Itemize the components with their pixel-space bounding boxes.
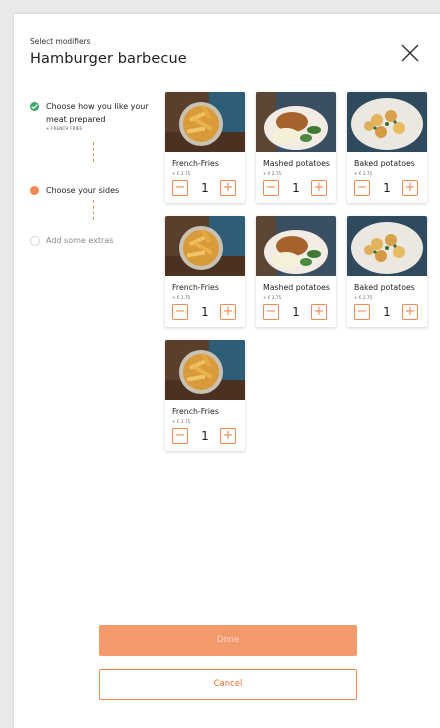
quantity-value: 1	[383, 181, 391, 195]
page-title: Hamburger barbecue	[30, 51, 187, 67]
quantity-value: 1	[292, 305, 300, 319]
item-card[interactable]: Mashed potatoes + € 2.75 − 1 +	[256, 92, 336, 203]
decrement-button[interactable]: −	[172, 180, 188, 196]
item-name: Mashed potatoes	[263, 283, 330, 292]
close-button[interactable]	[400, 43, 420, 63]
decrement-button[interactable]: −	[354, 304, 370, 320]
step-extras[interactable]: Add some extras	[30, 234, 160, 254]
item-name: Mashed potatoes	[263, 159, 330, 168]
increment-button[interactable]: +	[311, 180, 327, 196]
done-button[interactable]: Done	[99, 625, 357, 656]
quantity-stepper: − 1 +	[172, 304, 238, 320]
quantity-stepper: − 1 +	[172, 180, 238, 196]
increment-button[interactable]: +	[402, 304, 418, 320]
fries-icon	[165, 92, 245, 152]
item-card[interactable]: French-Fries + € 2.75 − 1 +	[165, 216, 245, 327]
item-price: + € 2.75	[354, 295, 373, 300]
item-card[interactable]: Baked potatoes + € 2.75 − 1 +	[347, 92, 427, 203]
quantity-value: 1	[201, 305, 209, 319]
quantity-stepper: − 1 +	[263, 180, 329, 196]
step-pending-indicator	[30, 236, 40, 246]
fries-icon	[165, 216, 245, 276]
item-name: French-Fries	[172, 283, 219, 292]
baked-potatoes-icon	[347, 92, 427, 152]
item-card[interactable]: French-Fries + € 2.75 − 1 +	[165, 340, 245, 451]
step-connector	[93, 200, 94, 220]
increment-button[interactable]: +	[220, 428, 236, 444]
cancel-button[interactable]: Cancel	[99, 669, 357, 700]
step-sides[interactable]: Choose your sides	[30, 184, 160, 204]
close-icon	[401, 44, 419, 62]
item-card[interactable]: Baked potatoes + € 2.75 − 1 +	[347, 216, 427, 327]
item-price: + € 2.75	[172, 295, 191, 300]
decrement-button[interactable]: −	[263, 180, 279, 196]
quantity-value: 1	[292, 181, 300, 195]
step-active-indicator	[30, 186, 39, 195]
increment-button[interactable]: +	[220, 180, 236, 196]
decrement-button[interactable]: −	[354, 180, 370, 196]
quantity-value: 1	[201, 429, 209, 443]
step-connector	[93, 142, 94, 162]
step-label: Choose your sides	[46, 186, 120, 195]
item-price: + € 2.75	[354, 171, 373, 176]
item-price: + € 2.75	[263, 171, 282, 176]
mashed-potatoes-icon	[256, 216, 336, 276]
item-name: Baked potatoes	[354, 159, 415, 168]
quantity-stepper: − 1 +	[354, 180, 420, 196]
progress-steps: Choose how you like your meat prepared +…	[30, 100, 160, 246]
step-done-indicator	[30, 102, 39, 111]
step-label: Add some extras	[46, 236, 114, 245]
fries-icon	[165, 340, 245, 400]
decrement-button[interactable]: −	[263, 304, 279, 320]
item-price: + € 2.75	[172, 419, 191, 424]
increment-button[interactable]: +	[402, 180, 418, 196]
decrement-button[interactable]: −	[172, 304, 188, 320]
quantity-stepper: − 1 +	[354, 304, 420, 320]
modifier-panel: Select modifiers Hamburger barbecue Choo…	[14, 14, 440, 728]
increment-button[interactable]: +	[311, 304, 327, 320]
mashed-potatoes-icon	[256, 92, 336, 152]
check-icon	[31, 104, 38, 109]
quantity-stepper: − 1 +	[263, 304, 329, 320]
quantity-stepper: − 1 +	[172, 428, 238, 444]
item-card[interactable]: French-Fries + € 2.75 − 1 +	[165, 92, 245, 203]
step-selection-note: + FRENCH FRIES	[46, 126, 83, 131]
quantity-value: 1	[383, 305, 391, 319]
baked-potatoes-icon	[347, 216, 427, 276]
step-meat-preparation[interactable]: Choose how you like your meat prepared +…	[30, 100, 160, 140]
item-name: French-Fries	[172, 159, 219, 168]
item-price: + € 2.75	[172, 171, 191, 176]
decrement-button[interactable]: −	[172, 428, 188, 444]
increment-button[interactable]: +	[220, 304, 236, 320]
quantity-value: 1	[201, 181, 209, 195]
item-price: + € 2.75	[263, 295, 282, 300]
step-label: Choose how you like your meat prepared	[46, 102, 149, 124]
header-subtitle: Select modifiers	[30, 37, 91, 46]
item-name: Baked potatoes	[354, 283, 415, 292]
item-card[interactable]: Mashed potatoes + € 2.75 − 1 +	[256, 216, 336, 327]
item-name: French-Fries	[172, 407, 219, 416]
